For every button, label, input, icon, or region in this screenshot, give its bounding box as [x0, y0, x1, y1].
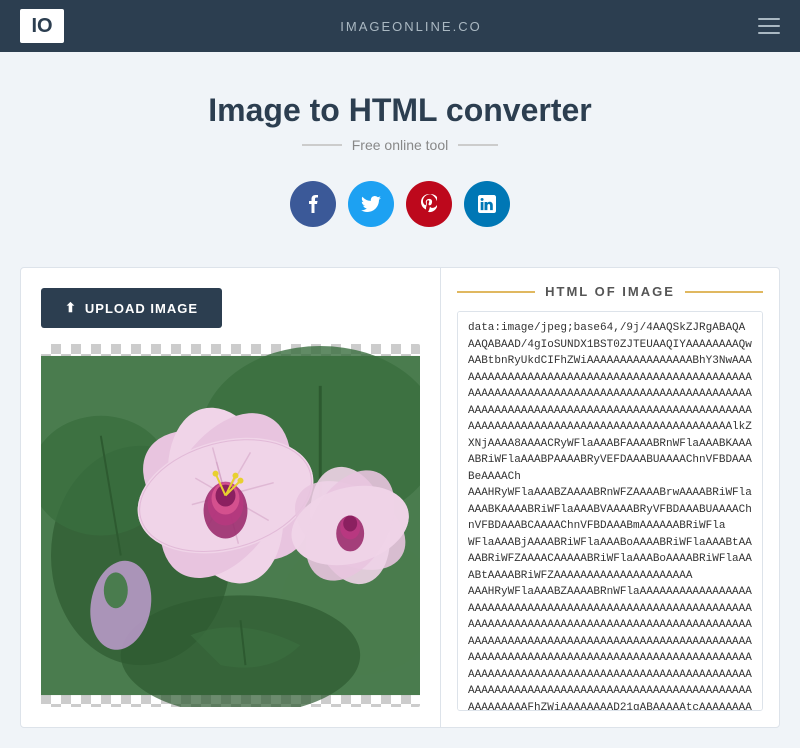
hamburger-line-3: [758, 32, 780, 34]
subtitle-text: Free online tool: [352, 137, 449, 153]
navbar: IO IMAGEONLINE.CO: [0, 0, 800, 52]
subtitle-line-left: [302, 144, 342, 146]
html-output-title: HTML OF IMAGE: [545, 284, 675, 299]
upload-label: UPLOAD IMAGE: [85, 301, 198, 316]
tool-area: ⬆ UPLOAD IMAGE: [20, 267, 780, 728]
right-panel: HTML OF IMAGE data:image/jpeg;base64,/9j…: [441, 268, 779, 727]
page-title: Image to HTML converter: [20, 92, 780, 129]
hamburger-line-1: [758, 18, 780, 20]
header-line-right: [685, 291, 763, 293]
image-preview: [41, 344, 420, 707]
subtitle-line-right: [458, 144, 498, 146]
html-output-box[interactable]: data:image/jpeg;base64,/9j/4AAQSkZJRgABA…: [457, 311, 763, 711]
twitter-button[interactable]: [348, 181, 394, 227]
pinterest-button[interactable]: [406, 181, 452, 227]
hamburger-menu[interactable]: [758, 18, 780, 34]
subtitle: Free online tool: [20, 137, 780, 153]
main-content: Image to HTML converter Free online tool: [0, 52, 800, 748]
facebook-button[interactable]: [290, 181, 336, 227]
linkedin-button[interactable]: [464, 181, 510, 227]
left-panel: ⬆ UPLOAD IMAGE: [21, 268, 441, 727]
navbar-title: IMAGEONLINE.CO: [340, 19, 481, 34]
linkedin-icon: [478, 195, 496, 213]
twitter-icon: [361, 196, 381, 212]
header-line-left: [457, 291, 535, 293]
upload-button[interactable]: ⬆ UPLOAD IMAGE: [41, 288, 222, 328]
flower-image: [41, 344, 420, 707]
social-icons: [20, 181, 780, 227]
upload-icon: ⬆: [65, 300, 77, 316]
facebook-icon: [308, 194, 319, 214]
hamburger-line-2: [758, 25, 780, 27]
html-output-header: HTML OF IMAGE: [457, 284, 763, 299]
pinterest-icon: [421, 194, 437, 214]
navbar-brand: IO: [20, 9, 64, 43]
